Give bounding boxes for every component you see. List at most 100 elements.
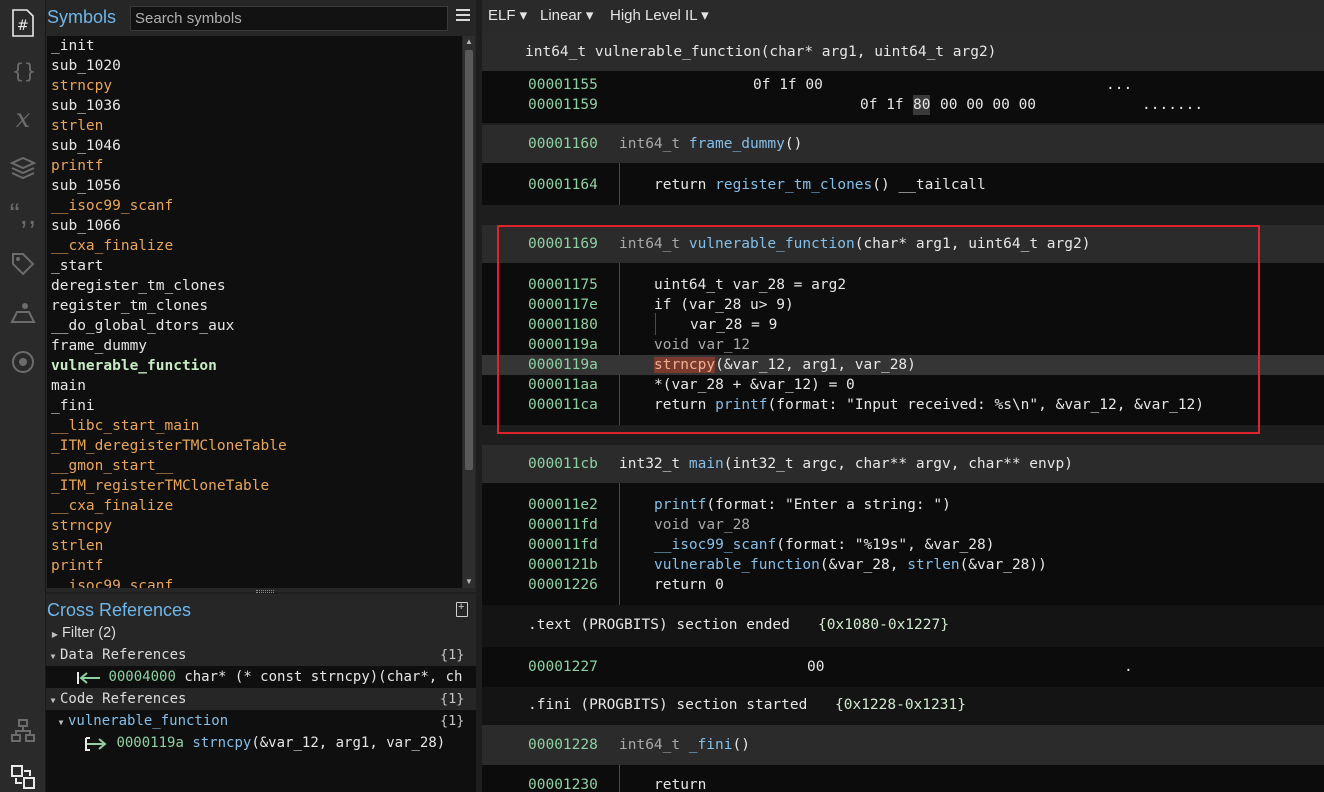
function-signature-line[interactable]: 000011cb int32_t main(int32_t argc, char… [482, 454, 1324, 474]
symbols-header: Symbols [46, 0, 476, 36]
symbol-item[interactable]: __cxa_finalize [47, 236, 462, 256]
filter-row[interactable]: ▶ Filter (2) [46, 622, 476, 644]
tag-icon[interactable] [8, 249, 38, 279]
code-reference-function-row[interactable]: ▼ vulnerable_function {1} [46, 710, 476, 732]
call-target[interactable]: strlen [907, 557, 959, 573]
code-line[interactable]: 000011fd void var_28 [482, 515, 1324, 535]
symbol-item[interactable]: vulnerable_function [47, 356, 462, 376]
symbol-item[interactable]: _ITM_registerTMCloneTable [47, 476, 462, 496]
svg-text:{}: {} [12, 59, 36, 83]
function-name[interactable]: frame_dummy [689, 136, 785, 152]
bytes-line[interactable]: 00001155 0f 1f 00 ... [482, 75, 1324, 95]
symbol-item[interactable]: strlen [47, 116, 462, 136]
code-line[interactable]: 000011fd __isoc99_scanf(format: "%19s", … [482, 535, 1324, 555]
function-signature-line[interactable]: 00001228 int64_t _fini() [482, 735, 1324, 755]
code-reference-row[interactable]: 0000119a strncpy(&var_12, arg1, var_28) [46, 732, 476, 754]
bytes-line[interactable]: 00001227 00 . [482, 657, 1324, 677]
code-references-label: Code References [60, 691, 187, 707]
bytes-line[interactable]: 00001159 0f 1f 80 00 00 00 00 ....... [482, 95, 1324, 115]
symbol-item[interactable]: sub_1056 [47, 176, 462, 196]
symbol-item[interactable]: __isoc99_scanf [47, 196, 462, 216]
call-target[interactable]: printf [654, 497, 706, 513]
code-line[interactable]: 000011e2 printf(format: "Enter a string:… [482, 495, 1324, 515]
call-target[interactable]: register_tm_clones [715, 177, 872, 193]
code-line[interactable]: 00001226 return 0 [482, 575, 1324, 595]
symbol-item[interactable]: __isoc99_scanf [47, 576, 462, 588]
section-line[interactable]: .fini (PROGBITS) section started {0x1228… [482, 695, 1324, 715]
function-name[interactable]: _fini [689, 737, 733, 753]
symbols-icon[interactable]: # [8, 8, 38, 38]
symbols-title: Symbols [47, 7, 117, 27]
code-line[interactable]: 00001164 return register_tm_clones() __t… [482, 175, 1324, 195]
address: 00001155 [528, 77, 598, 93]
svg-text:#: # [17, 18, 29, 34]
address: 000011cb [528, 456, 598, 472]
il-level-dropdown[interactable]: High Level IL ▾ [610, 6, 709, 24]
search-symbols-input[interactable] [130, 6, 448, 31]
call-target[interactable]: __isoc99_scanf [654, 537, 776, 553]
symbol-item[interactable]: _start [47, 256, 462, 276]
address: 00001160 [528, 136, 598, 152]
symbol-item[interactable]: main [47, 376, 462, 396]
symbol-item[interactable]: frame_dummy [47, 336, 462, 356]
code-line[interactable]: 00001230 return [482, 775, 1324, 792]
cross-references-title: Cross References [47, 600, 192, 620]
xref-empty-area [46, 754, 476, 792]
symbol-item[interactable]: register_tm_clones [47, 296, 462, 316]
symbol-item[interactable]: strlen [47, 536, 462, 556]
symbol-item[interactable]: sub_1036 [47, 96, 462, 116]
graph-icon[interactable] [8, 716, 38, 746]
map-icon[interactable] [8, 298, 38, 328]
symbol-item[interactable]: sub_1046 [47, 136, 462, 156]
linear-view-dropdown[interactable]: Linear ▾ [540, 6, 593, 24]
function-name[interactable]: main [689, 456, 724, 472]
memory-icon[interactable] [8, 347, 38, 377]
splitter-handle[interactable] [256, 590, 274, 593]
hamburger-menu-icon[interactable] [456, 9, 470, 25]
symbol-item[interactable]: __libc_start_main [47, 416, 462, 436]
variables-icon[interactable]: 𝑥 [8, 104, 38, 134]
call-target[interactable]: vulnerable_function [654, 557, 820, 573]
data-reference-text: char* (* const strncpy)(char*, ch [184, 669, 463, 685]
xref-outgoing-arrow-icon [84, 736, 110, 751]
section-line[interactable]: .text (PROGBITS) section ended {0x1080-0… [482, 615, 1324, 635]
code-text: () __tailcall [872, 177, 986, 193]
linear-code-view[interactable]: int64_t vulnerable_function(char* arg1, … [482, 33, 1324, 792]
symbol-item[interactable]: __gmon_start__ [47, 456, 462, 476]
cross-references-icon[interactable] [8, 762, 38, 792]
code-text: (&var_28, [819, 557, 908, 573]
new-pinned-tab-icon[interactable] [456, 601, 468, 617]
strings-icon[interactable]: “,, [8, 198, 38, 231]
symbol-item[interactable]: strncpy [47, 516, 462, 536]
code-line[interactable]: 0000121b vulnerable_function(&var_28, st… [482, 555, 1324, 575]
symbols-list[interactable]: _init sub_1020 strncpy sub_1036 strlen sub_10… [47, 36, 462, 588]
section-range: {0x1228-0x1231} [835, 697, 966, 713]
scroll-thumb[interactable] [465, 50, 473, 470]
symbol-item[interactable]: __do_global_dtors_aux [47, 316, 462, 336]
code-references-header[interactable]: ▼ Code References {1} [46, 688, 476, 710]
symbol-item[interactable]: _fini [47, 396, 462, 416]
symbol-item[interactable]: __cxa_finalize [47, 496, 462, 516]
sticky-function-header: int64_t vulnerable_function(char* arg1, … [482, 33, 1324, 71]
symbol-item[interactable]: _init [47, 36, 462, 56]
scroll-up-icon[interactable]: ▲ [463, 36, 475, 48]
function-signature-line[interactable]: 00001160 int64_t frame_dummy() [482, 134, 1324, 154]
symbol-item[interactable]: printf [47, 556, 462, 576]
scroll-down-icon[interactable]: ▼ [463, 576, 475, 588]
symbol-item[interactable]: printf [47, 156, 462, 176]
symbol-item[interactable]: sub_1066 [47, 216, 462, 236]
symbol-item[interactable]: strncpy [47, 76, 462, 96]
symbol-item[interactable]: deregister_tm_clones [47, 276, 462, 296]
hex-bytes: 0f 1f [860, 97, 904, 113]
data-bytes-block: 00001227 00 . [482, 647, 1324, 687]
data-reference-row[interactable]: 00004000 char* (* const strncpy)(char*, … [46, 666, 476, 688]
symbols-scrollbar[interactable]: ▲ ▼ [463, 36, 475, 588]
elf-view-dropdown[interactable]: ELF ▾ [488, 6, 527, 24]
symbol-item[interactable]: _ITM_deregisterTMCloneTable [47, 436, 462, 456]
data-references-header[interactable]: ▼ Data References {1} [46, 644, 476, 666]
data-references-label: Data References [60, 647, 187, 663]
stack-icon[interactable] [8, 153, 38, 183]
types-icon[interactable]: {} [8, 56, 38, 86]
code-reference-call: strncpy [192, 735, 252, 751]
symbol-item[interactable]: sub_1020 [47, 56, 462, 76]
